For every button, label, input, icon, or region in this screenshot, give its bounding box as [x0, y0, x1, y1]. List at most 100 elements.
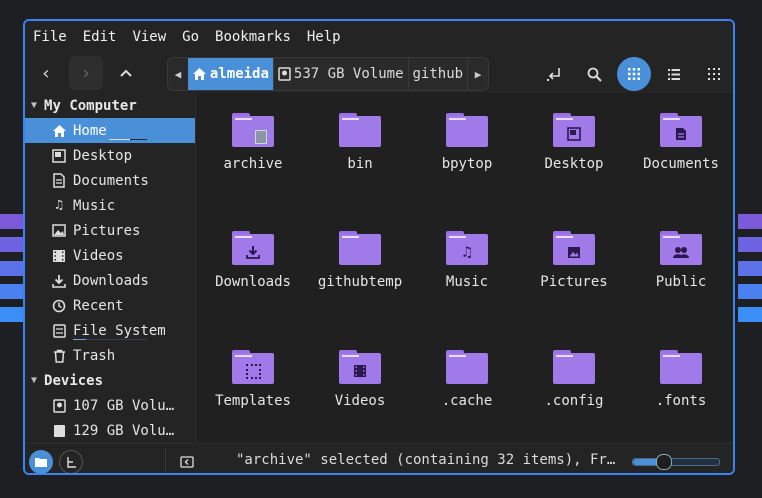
folder-desktop-icon: [553, 113, 595, 147]
show-places-button[interactable]: [29, 450, 53, 473]
file-item[interactable]: Documents: [629, 93, 733, 203]
folder-music-icon: ♫: [446, 231, 488, 265]
sidebar-item-volume-107[interactable]: 107 GB Volu…: [25, 393, 195, 418]
sidebar-item-label: Downloads: [73, 272, 149, 289]
sidebar-item-trash[interactable]: Trash: [25, 343, 195, 368]
zoom-slider-handle[interactable]: [656, 454, 673, 470]
menu-file[interactable]: File: [25, 29, 75, 45]
breadcrumb-github[interactable]: github: [409, 58, 469, 90]
folder-archive-icon: [232, 113, 274, 147]
sidebar-item-label: Desktop: [73, 147, 133, 164]
file-item[interactable]: Public: [629, 211, 733, 321]
sidebar-item-pictures[interactable]: Pictures: [25, 218, 195, 243]
toolbar: ‹ › ◀ almeida 537 GB Volume github ▶: [25, 53, 733, 93]
breadcrumb-label: almeida: [209, 66, 269, 82]
sidebar-section-devices[interactable]: ▼ Devices: [25, 368, 195, 393]
forward-button[interactable]: ›: [69, 56, 103, 90]
folder-icon: [553, 350, 595, 384]
drive-icon: [278, 67, 291, 81]
breadcrumb-label: 537 GB Volume: [293, 66, 404, 82]
sidebar-item-recent[interactable]: Recent: [25, 293, 195, 318]
folder-icon: [446, 113, 488, 147]
file-label: bpytop: [441, 156, 493, 172]
folder-icon: [35, 458, 47, 467]
file-item[interactable]: Videos: [308, 330, 412, 440]
file-item[interactable]: bin: [308, 93, 412, 203]
file-item[interactable]: ♫ Music: [415, 211, 519, 321]
sidebar-item-videos[interactable]: Videos: [25, 243, 195, 268]
file-icon-view: archive bin bpytop Desktop Documents Dow…: [196, 93, 733, 443]
desktop-icon: [51, 148, 67, 164]
search-icon: [587, 67, 602, 82]
toggle-location-button[interactable]: [537, 57, 571, 91]
menu-view[interactable]: View: [124, 29, 174, 45]
breadcrumb-home[interactable]: almeida: [187, 58, 274, 90]
back-button[interactable]: ‹: [29, 56, 63, 90]
sidebar-item-label: Trash: [73, 347, 116, 364]
sidebar-item-label: Home: [73, 122, 107, 139]
divider: [165, 448, 166, 473]
compact-view-button[interactable]: [697, 57, 731, 91]
location-entry-icon: [547, 68, 560, 81]
list-view-button[interactable]: [657, 57, 691, 91]
folder-videos-icon: [339, 350, 381, 384]
file-item[interactable]: githubtemp: [308, 211, 412, 321]
folder-icon: [446, 350, 488, 384]
sidebar-item-home[interactable]: Home: [25, 118, 195, 143]
icon-view-button[interactable]: [617, 57, 651, 91]
section-title: My Computer: [44, 97, 137, 114]
show-tree-button[interactable]: [59, 450, 83, 473]
sidebar-item-label: Pictures: [73, 222, 141, 239]
sidebar-section-my-computer[interactable]: ▼ My Computer: [25, 93, 195, 118]
file-item[interactable]: .fonts: [629, 330, 733, 440]
folder-icon: [339, 231, 381, 265]
zoom-slider[interactable]: [632, 454, 720, 470]
sidebar-item-documents[interactable]: Documents: [25, 168, 195, 193]
sidebar-item-desktop[interactable]: Desktop: [25, 143, 195, 168]
compact-grid-icon: [708, 68, 720, 80]
music-icon: ♫: [55, 198, 63, 213]
menu-bookmarks[interactable]: Bookmarks: [207, 29, 299, 45]
menu-edit[interactable]: Edit: [75, 29, 125, 45]
left-decoration-stripes: [0, 214, 24, 322]
search-button[interactable]: [577, 57, 611, 91]
download-icon: [51, 273, 67, 289]
file-label: Templates: [215, 393, 291, 409]
drive-icon: [51, 323, 67, 339]
stripe: [738, 214, 762, 229]
file-label: Desktop: [544, 156, 604, 172]
sidebar-item-file-system[interactable]: File System: [25, 318, 195, 343]
path-scroll-left-button[interactable]: ◀: [168, 58, 188, 90]
triangle-down-icon: ▼: [31, 100, 38, 111]
toggle-sidebar-button[interactable]: [175, 450, 199, 473]
stripe: [738, 260, 762, 276]
up-button[interactable]: [109, 56, 143, 90]
file-item[interactable]: bpytop: [415, 93, 519, 203]
sidebar-item-downloads[interactable]: Downloads: [25, 268, 195, 293]
stripe: [738, 307, 762, 322]
file-label: .cache: [441, 393, 493, 409]
file-item[interactable]: Pictures: [522, 211, 626, 321]
folder-public-icon: [660, 231, 702, 265]
file-label: bin: [347, 156, 373, 172]
section-title: Devices: [44, 372, 104, 389]
menu-go[interactable]: Go: [174, 29, 207, 45]
sidebar-item-volume-129[interactable]: 129 GB Volu…: [25, 418, 195, 443]
file-item[interactable]: .cache: [415, 330, 519, 440]
folder-pictures-icon: [553, 231, 595, 265]
path-scroll-right-button[interactable]: ▶: [468, 58, 488, 90]
file-item[interactable]: archive: [201, 93, 305, 203]
breadcrumb-volume[interactable]: 537 GB Volume: [274, 58, 409, 90]
sidebar-item-label: Videos: [73, 247, 124, 264]
picture-icon: [51, 223, 67, 239]
file-item[interactable]: Desktop: [522, 93, 626, 203]
file-item[interactable]: Downloads: [201, 211, 305, 321]
menu-help[interactable]: Help: [299, 29, 349, 45]
file-item[interactable]: Templates: [201, 330, 305, 440]
file-label: Downloads: [215, 274, 291, 290]
file-item[interactable]: .config: [522, 330, 626, 440]
sidebar-item-music[interactable]: ♫ Music: [25, 193, 195, 218]
file-label: Videos: [334, 393, 386, 409]
file-label: Music: [445, 274, 489, 290]
stripe: [0, 260, 24, 276]
